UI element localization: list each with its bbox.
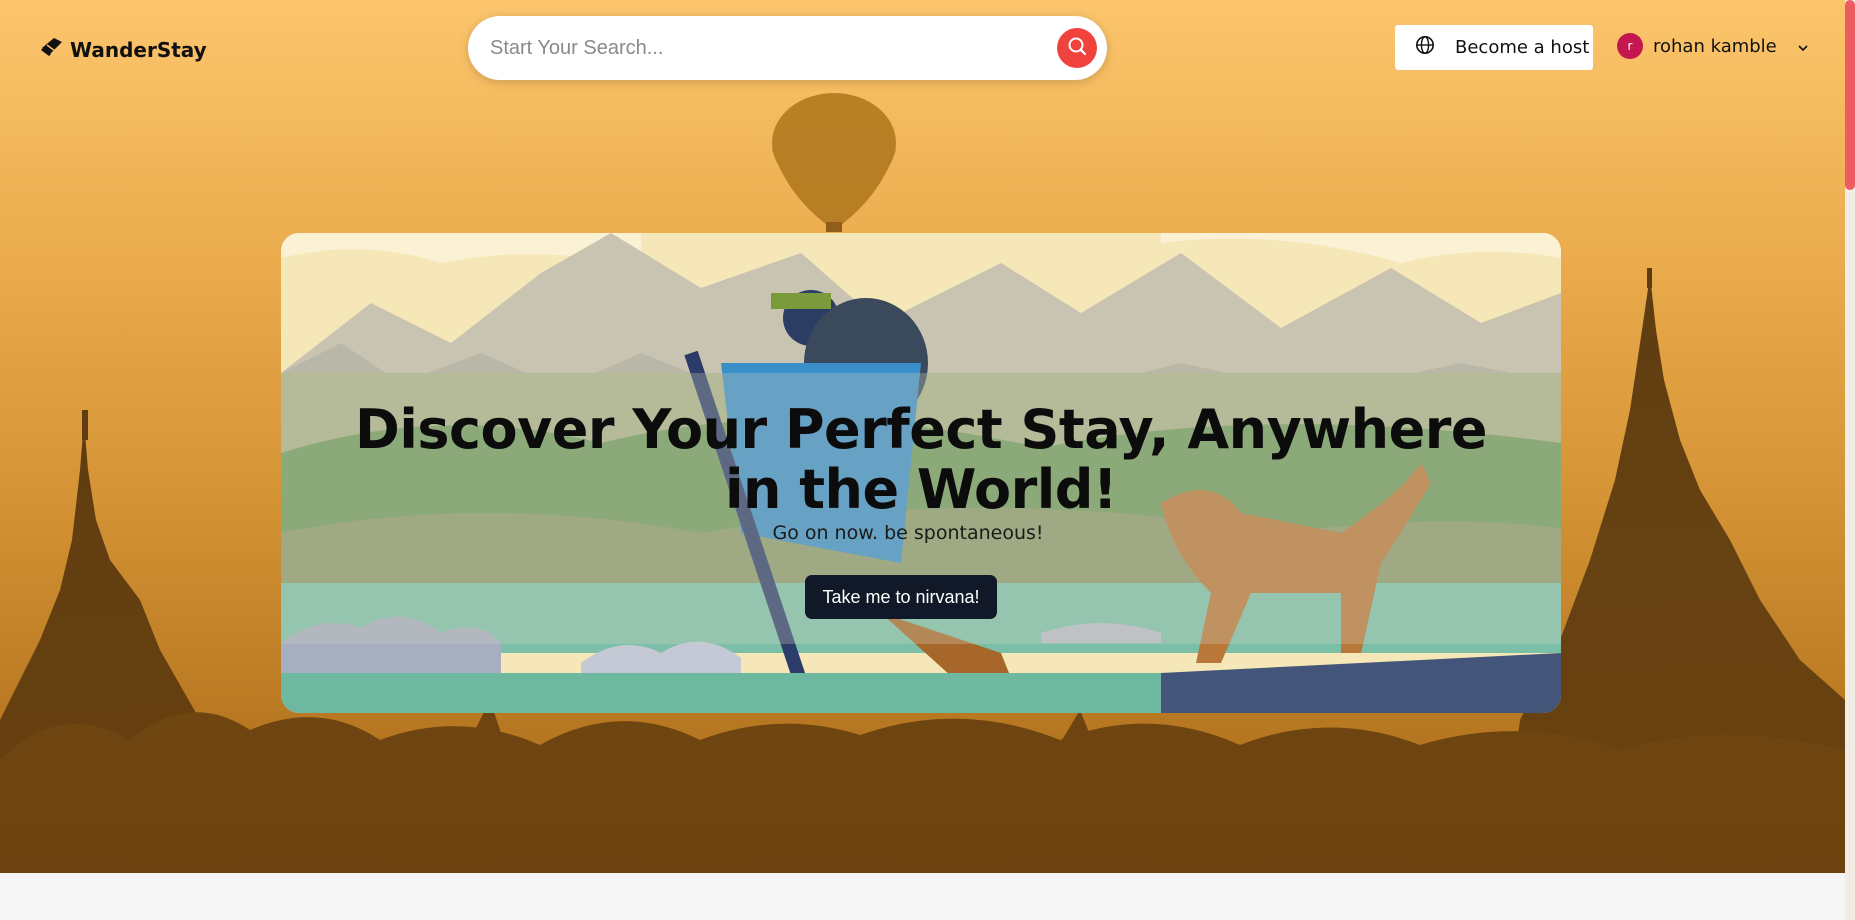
scrollbar[interactable]: [1845, 0, 1855, 920]
hero-subtitle: Go on now. be spontaneous!: [772, 522, 1044, 544]
user-menu[interactable]: r rohan kamble: [1617, 33, 1809, 59]
user-name: rohan kamble: [1653, 35, 1777, 57]
hero-title: Discover Your Perfect Stay, Anywhere in …: [355, 398, 1487, 521]
take-me-to-nirvana-button[interactable]: Take me to nirvana!: [805, 575, 997, 619]
search-button[interactable]: [1057, 28, 1097, 68]
become-host-label: Become a host: [1455, 37, 1590, 58]
search-bar: [468, 16, 1107, 80]
scrollbar-thumb[interactable]: [1845, 0, 1855, 190]
chevron-down-icon: [1797, 36, 1809, 57]
ticket-icon: [40, 36, 64, 63]
search-input[interactable]: [490, 36, 1030, 60]
hero-card: Discover Your Perfect Stay, Anywhere in …: [281, 233, 1561, 713]
brand-logo[interactable]: WanderStay: [40, 36, 207, 63]
page-bottom: [0, 873, 1845, 920]
search-icon: [1066, 35, 1088, 61]
brand-name: WanderStay: [70, 37, 207, 62]
avatar: r: [1617, 33, 1643, 59]
globe-icon: [1415, 35, 1435, 60]
become-host-button[interactable]: Become a host: [1395, 25, 1593, 70]
